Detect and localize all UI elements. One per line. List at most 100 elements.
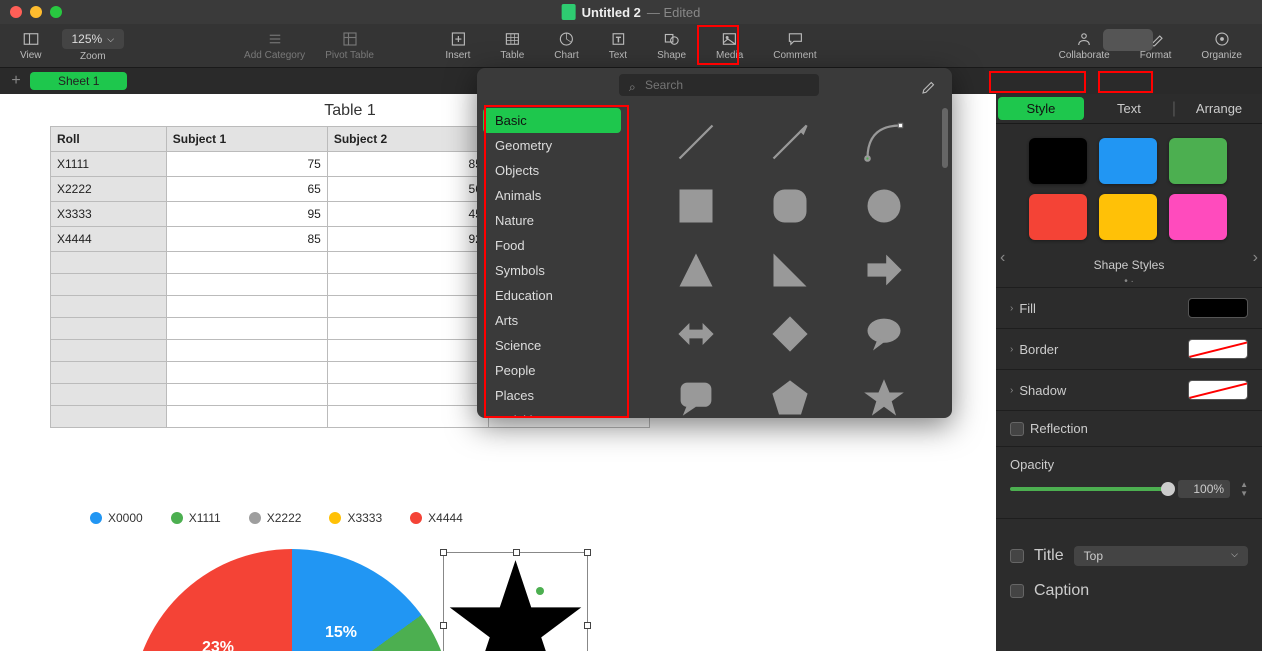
shadow-swatch[interactable]: [1188, 380, 1248, 400]
shape-popup: ⌕ BasicGeometryObjectsAnimalsNatureFoodS…: [477, 68, 952, 418]
title-row: Title Top⌵: [996, 538, 1262, 574]
shape-category-nature[interactable]: Nature: [483, 208, 621, 233]
popup-scrollbar[interactable]: [942, 108, 948, 168]
style-swatch[interactable]: [1169, 138, 1227, 184]
chart-legend: X0000 X1111 X2222 X3333 X4444: [90, 511, 463, 525]
legend-item: X2222: [249, 511, 302, 525]
style-swatch[interactable]: [1099, 194, 1157, 240]
resize-handle[interactable]: [584, 549, 591, 556]
insert-button[interactable]: Insert: [445, 30, 470, 61]
opacity-value[interactable]: 100%: [1178, 480, 1230, 498]
draw-tool-icon[interactable]: [920, 78, 938, 101]
border-swatch[interactable]: [1188, 339, 1248, 359]
prev-styles-icon[interactable]: ‹: [1000, 249, 1005, 267]
fill-row[interactable]: ›Fill: [996, 287, 1262, 328]
text-tab[interactable]: Text: [1086, 97, 1172, 120]
shape-search-input[interactable]: [619, 74, 819, 96]
right-triangle-shape[interactable]: [752, 240, 828, 300]
resize-handle[interactable]: [440, 549, 447, 556]
shape-category-geometry[interactable]: Geometry: [483, 133, 621, 158]
style-swatch[interactable]: [1029, 138, 1087, 184]
sheet-tab-1[interactable]: Sheet 1: [30, 72, 127, 90]
shadow-row[interactable]: ›Shadow: [996, 369, 1262, 410]
square-shape[interactable]: [658, 176, 734, 236]
star-shape[interactable]: [846, 368, 922, 418]
stepper-down[interactable]: ▼: [1240, 489, 1248, 498]
media-button[interactable]: Media: [716, 30, 743, 61]
speech-bubble-shape[interactable]: [846, 304, 922, 364]
opacity-section: Opacity 100% ▲▼: [996, 446, 1262, 508]
fill-swatch[interactable]: [1188, 298, 1248, 318]
window-controls: [10, 6, 62, 18]
shape-category-arts[interactable]: Arts: [483, 308, 621, 333]
view-button[interactable]: View: [20, 30, 42, 61]
style-swatch[interactable]: [1099, 138, 1157, 184]
minimize-window[interactable]: [30, 6, 42, 18]
add-sheet-button[interactable]: +: [6, 72, 26, 90]
table-button[interactable]: Table: [500, 30, 524, 61]
title-checkbox[interactable]: [1010, 549, 1024, 563]
shape-category-symbols[interactable]: Symbols: [483, 258, 621, 283]
legend-item: X1111: [171, 511, 221, 525]
callout-shape[interactable]: [658, 368, 734, 418]
rounded-square-shape[interactable]: [752, 176, 828, 236]
add-category-button[interactable]: Add Category: [244, 30, 305, 61]
text-button[interactable]: TText: [609, 30, 627, 61]
reflection-row: Reflection: [996, 410, 1262, 446]
legend-item: X3333: [329, 511, 382, 525]
close-window[interactable]: [10, 6, 22, 18]
format-inspector: Style Text | Arrange ‹ › Shape Styles • …: [996, 94, 1262, 651]
next-styles-icon[interactable]: ›: [1253, 249, 1258, 267]
pivot-table-button[interactable]: Pivot Table: [325, 30, 374, 61]
shape-category-places[interactable]: Places: [483, 383, 621, 408]
resize-handle[interactable]: [584, 622, 591, 629]
comment-button[interactable]: Comment: [773, 30, 816, 61]
shape-button[interactable]: Shape: [657, 30, 686, 61]
pie-chart[interactable]: 15% 20% 23%: [132, 549, 452, 651]
resize-handle[interactable]: [440, 622, 447, 629]
caption-checkbox[interactable]: [1010, 584, 1024, 598]
arrow-line-shape[interactable]: [752, 112, 828, 172]
shape-category-food[interactable]: Food: [483, 233, 621, 258]
shape-adjust-handle[interactable]: [536, 587, 544, 595]
circle-shape[interactable]: [846, 176, 922, 236]
shape-category-people[interactable]: People: [483, 358, 621, 383]
title-position-select[interactable]: Top⌵: [1074, 546, 1248, 566]
organize-button[interactable]: Organize: [1201, 30, 1242, 61]
selected-star-shape[interactable]: [443, 552, 588, 651]
double-arrow-shape[interactable]: [658, 304, 734, 364]
arrow-shape[interactable]: [846, 240, 922, 300]
shape-style-swatches: [996, 124, 1262, 254]
shape-category-science[interactable]: Science: [483, 333, 621, 358]
arrange-tab[interactable]: Arrange: [1176, 97, 1262, 120]
shape-category-activities[interactable]: Activities: [483, 408, 621, 418]
reflection-checkbox[interactable]: [1010, 422, 1024, 436]
window-title: Untitled 2 — Edited: [562, 4, 701, 20]
pentagon-shape[interactable]: [752, 368, 828, 418]
titlebar: Untitled 2 — Edited: [0, 0, 1262, 24]
document-icon: [562, 4, 576, 20]
curve-shape[interactable]: [846, 112, 922, 172]
chart-button[interactable]: Chart: [554, 30, 578, 61]
triangle-shape[interactable]: [658, 240, 734, 300]
style-tab[interactable]: Style: [998, 97, 1084, 120]
search-icon: ⌕: [629, 80, 636, 95]
shape-category-basic[interactable]: Basic: [483, 108, 621, 133]
fullscreen-window[interactable]: [50, 6, 62, 18]
style-swatch[interactable]: [1169, 194, 1227, 240]
style-swatch[interactable]: [1029, 194, 1087, 240]
shape-category-education[interactable]: Education: [483, 283, 621, 308]
diamond-shape[interactable]: [752, 304, 828, 364]
shape-category-objects[interactable]: Objects: [483, 158, 621, 183]
line-shape[interactable]: [658, 112, 734, 172]
format-active-pill: [1103, 29, 1153, 51]
opacity-slider[interactable]: [1010, 487, 1168, 491]
shape-grid: [627, 102, 952, 418]
legend-item: X4444: [410, 511, 463, 525]
border-row[interactable]: ›Border: [996, 328, 1262, 369]
shape-category-animals[interactable]: Animals: [483, 183, 621, 208]
zoom-button[interactable]: 125%⌵ Zoom: [62, 29, 125, 62]
stepper-up[interactable]: ▲: [1240, 480, 1248, 489]
resize-handle[interactable]: [513, 549, 520, 556]
slider-knob[interactable]: [1161, 482, 1175, 496]
